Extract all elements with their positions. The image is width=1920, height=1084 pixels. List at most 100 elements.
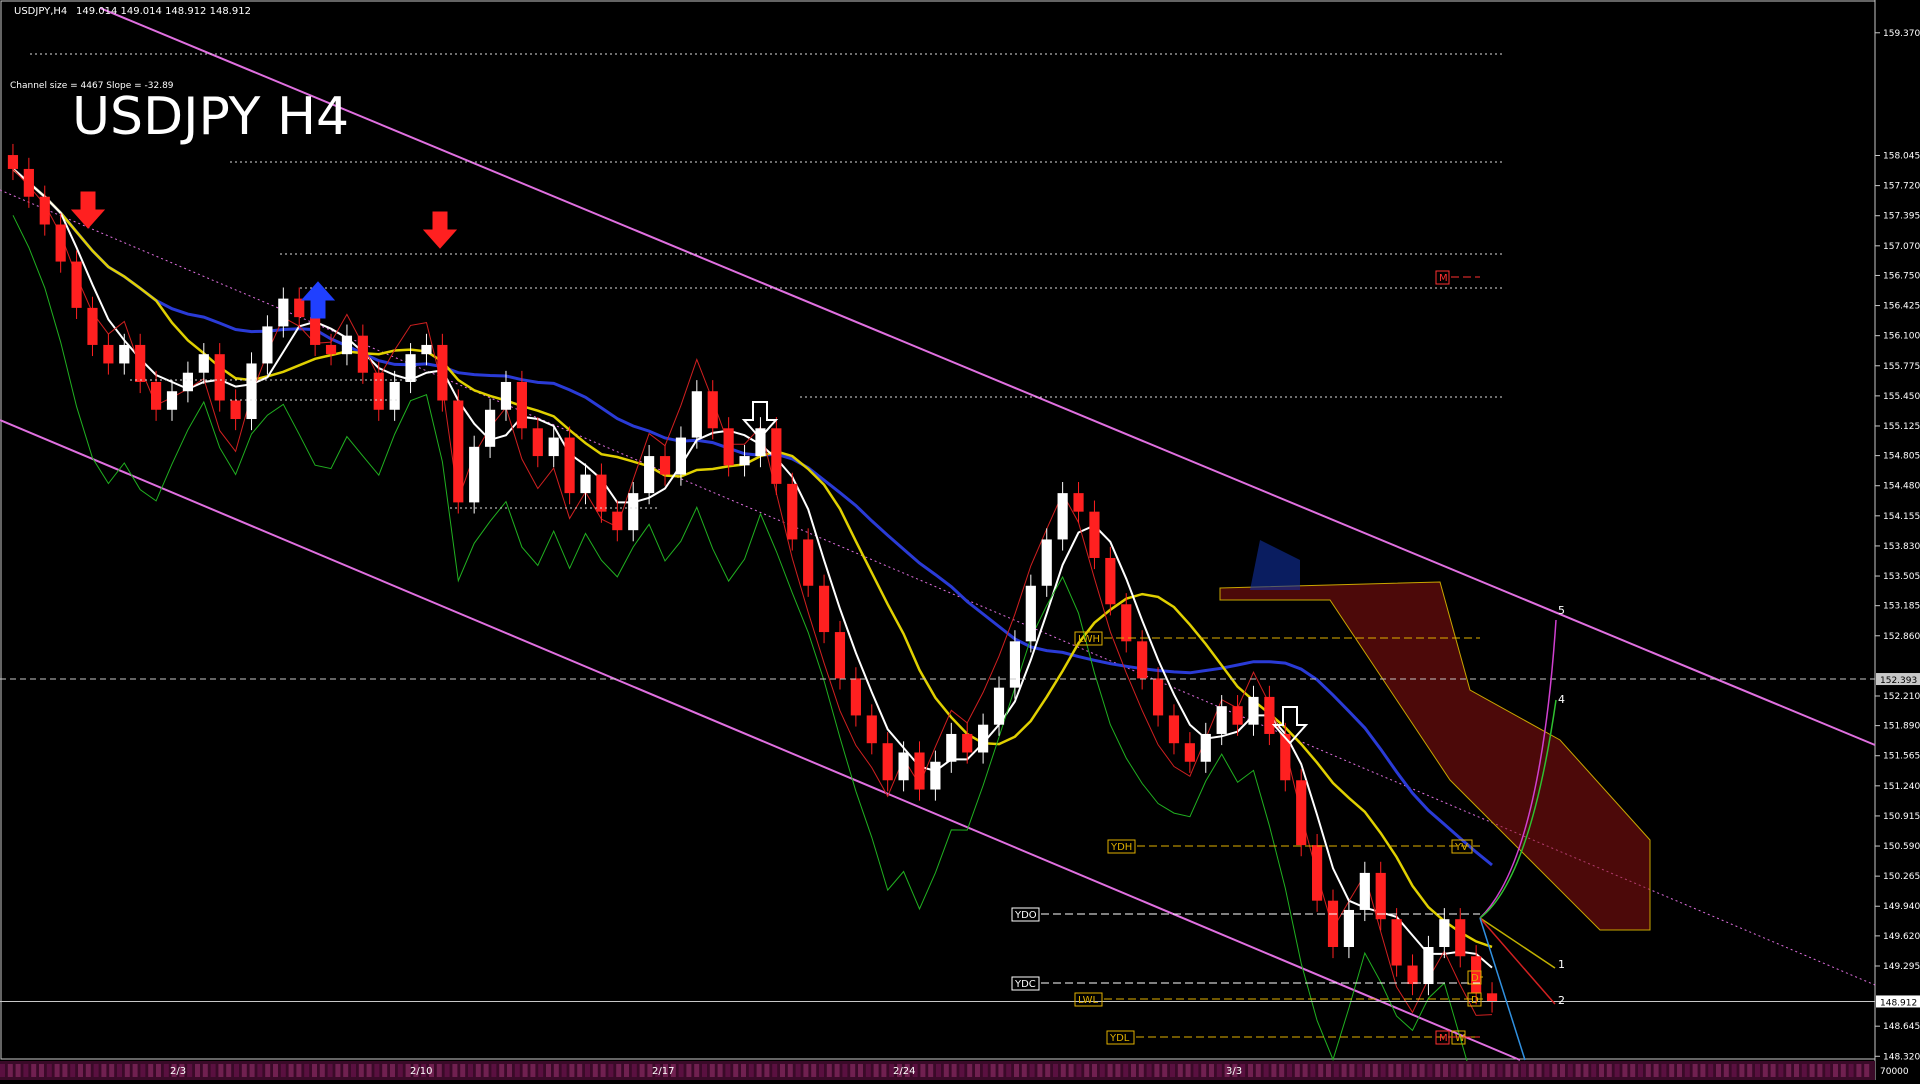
volume-bar xyxy=(1458,1064,1464,1077)
volume-bar xyxy=(1794,1064,1799,1077)
volume-bar xyxy=(1092,1064,1097,1077)
volume-bar xyxy=(1528,1064,1534,1077)
volume-bar xyxy=(1388,1064,1394,1077)
volume-bar xyxy=(1138,1064,1144,1077)
candle-body xyxy=(1121,604,1132,642)
volume-bar xyxy=(62,1064,68,1077)
volume-bar xyxy=(1170,1064,1175,1077)
level-label: M xyxy=(1439,273,1448,284)
candle-body xyxy=(1073,493,1084,512)
volume-bar xyxy=(1661,1064,1667,1077)
candle-body xyxy=(1057,493,1068,540)
volume-bar xyxy=(1263,1064,1269,1077)
candle-body xyxy=(1009,641,1021,688)
volume-bar xyxy=(1162,1064,1168,1077)
candle-body xyxy=(1327,900,1339,947)
candle-body xyxy=(1200,733,1211,762)
y-tick-label: 155.775 xyxy=(1883,362,1920,372)
volume-bar xyxy=(1552,1064,1558,1077)
candle-body xyxy=(1041,539,1052,586)
volume-bar xyxy=(616,1064,622,1077)
volume-bar xyxy=(1474,1064,1480,1077)
candle-body xyxy=(723,428,734,466)
volume-bar xyxy=(1372,1064,1378,1077)
volume-bar xyxy=(195,1064,200,1077)
candle-body xyxy=(1137,641,1148,679)
volume-bar xyxy=(390,1064,395,1077)
candle-body xyxy=(484,409,496,447)
y-tick-label: 150.590 xyxy=(1883,842,1920,852)
volume-bar xyxy=(7,1064,13,1077)
y-tick-label: 159.370 xyxy=(1883,29,1920,39)
volume-bar xyxy=(1419,1064,1425,1077)
x-tick-label: 2/24 xyxy=(893,1066,915,1077)
volume-bar xyxy=(858,1064,863,1077)
candle-body xyxy=(246,363,257,420)
volume-bar xyxy=(1411,1064,1417,1077)
volume-bar xyxy=(639,1064,645,1077)
volume-bar xyxy=(577,1064,583,1077)
volume-bar xyxy=(1544,1064,1550,1077)
y-tick-label: 156.425 xyxy=(1883,302,1920,312)
volume-bar xyxy=(1068,1064,1074,1077)
volume-bar xyxy=(764,1064,770,1077)
candle-body xyxy=(787,483,798,540)
price-chart[interactable]: YDHYDOYDCLWLYDLLWHYVDDWMM1245 159.370158… xyxy=(0,0,1920,1084)
candle-body xyxy=(1407,965,1418,985)
volume-bar xyxy=(78,1064,83,1077)
candle-body xyxy=(119,344,130,364)
volume-bar xyxy=(522,1064,528,1077)
volume-bar xyxy=(132,1064,138,1077)
volume-bar xyxy=(1154,1064,1160,1077)
volume-bar xyxy=(585,1064,590,1077)
wave-label: 4 xyxy=(1558,693,1565,706)
volume-bar xyxy=(1021,1064,1027,1077)
level-label: YV xyxy=(1454,842,1468,853)
volume-bar xyxy=(748,1064,754,1077)
volume-bar xyxy=(811,1064,817,1077)
volume-bar xyxy=(156,1064,161,1077)
candle-body xyxy=(930,761,941,790)
volume-bar xyxy=(569,1064,575,1077)
volume-bar xyxy=(210,1064,216,1077)
volume-bar xyxy=(1357,1064,1363,1077)
candle-body xyxy=(1216,706,1227,734)
volume-bar xyxy=(1248,1064,1253,1077)
volume-bar xyxy=(834,1064,840,1077)
volume-bar xyxy=(304,1064,310,1077)
volume-bar xyxy=(1271,1064,1277,1077)
chart-area[interactable]: YDH YDO YDC LWL YDL LWH YV D D W M M 1 2 4 5 159.370 158… xyxy=(0,0,1920,1084)
candle-body xyxy=(978,724,989,753)
y-tick-label: 150.915 xyxy=(1883,812,1920,822)
candle-body xyxy=(898,752,909,781)
volume-bar xyxy=(288,1064,294,1077)
x-tick-label: 2/10 xyxy=(410,1066,432,1077)
y-tick-label: 158.045 xyxy=(1883,152,1920,162)
y-tick-label: 154.805 xyxy=(1883,452,1920,462)
volume-bar xyxy=(1482,1064,1487,1077)
wave-label: 1 xyxy=(1558,958,1565,971)
volume-bar xyxy=(1326,1064,1331,1077)
volume-bar xyxy=(608,1064,614,1077)
volume-bar xyxy=(1521,1064,1526,1077)
volume-bar xyxy=(109,1064,115,1077)
y-tick-label: 149.295 xyxy=(1883,962,1920,972)
y-tick-label: 149.940 xyxy=(1883,902,1920,912)
volume-bar xyxy=(101,1064,107,1077)
volume-bar xyxy=(312,1064,317,1077)
volume-bar xyxy=(1131,1064,1136,1077)
volume-bar xyxy=(273,1064,278,1077)
volume-bar xyxy=(1076,1064,1082,1077)
volume-bar xyxy=(280,1064,286,1077)
volume-bar xyxy=(631,1064,637,1077)
volume-bar xyxy=(241,1064,247,1077)
volume-bar xyxy=(1310,1064,1316,1077)
volume-bar xyxy=(1209,1064,1214,1077)
level-label: YDC xyxy=(1014,979,1036,990)
candle-body xyxy=(1312,845,1323,901)
candle-body xyxy=(230,400,241,420)
candle-body xyxy=(1168,715,1180,744)
wave-label: 5 xyxy=(1558,604,1565,617)
volume-bar xyxy=(725,1064,731,1077)
y-tick-label: 150.265 xyxy=(1883,872,1920,882)
